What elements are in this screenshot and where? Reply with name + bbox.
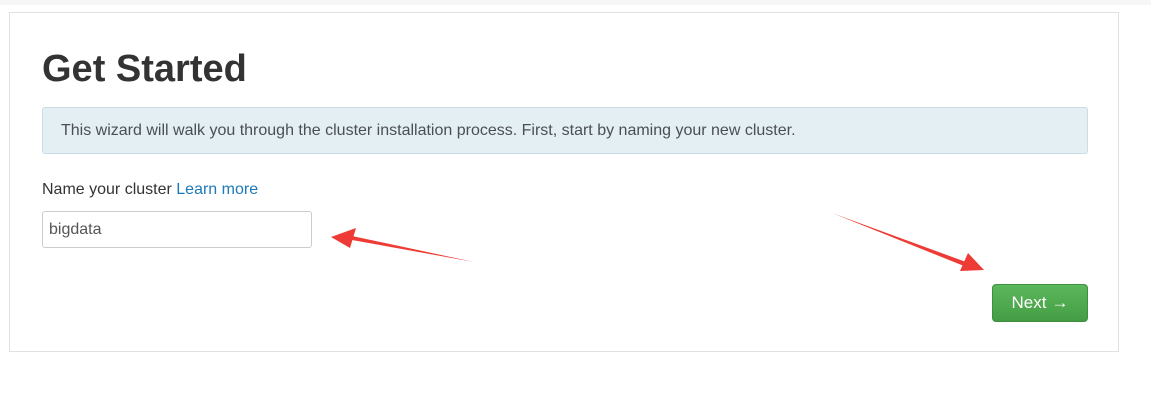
cluster-name-label: Name your cluster xyxy=(42,181,172,198)
right-arrow-icon: → xyxy=(1051,293,1069,312)
cluster-name-label-row: Name your cluster Learn more xyxy=(42,180,258,200)
learn-more-link[interactable]: Learn more xyxy=(176,181,258,198)
cluster-name-input[interactable] xyxy=(42,211,312,248)
wizard-panel: Get Started This wizard will walk you th… xyxy=(9,12,1119,352)
info-alert: This wizard will walk you through the cl… xyxy=(42,107,1088,154)
next-button-label: Next xyxy=(1011,293,1047,312)
next-button[interactable]: Next → xyxy=(992,284,1088,322)
page-title: Get Started xyxy=(42,48,247,90)
info-alert-text: This wizard will walk you through the cl… xyxy=(61,122,796,139)
top-strip xyxy=(0,0,1151,5)
